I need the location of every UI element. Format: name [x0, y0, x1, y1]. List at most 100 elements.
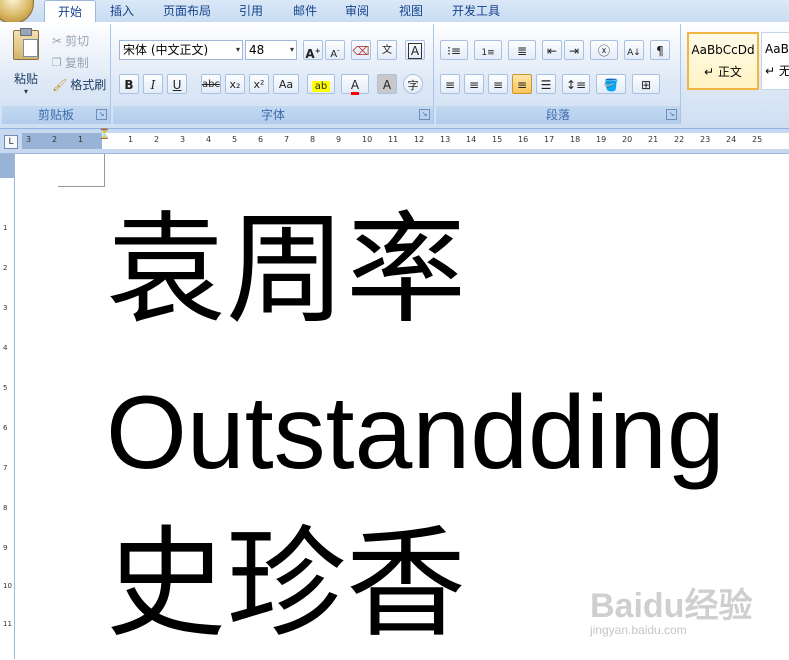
- document-line-3[interactable]: 史珍香: [106, 510, 466, 660]
- ruler-tick: 1: [128, 135, 134, 144]
- tab-review[interactable]: 审阅: [334, 0, 380, 22]
- ruler-tick: 13: [440, 135, 451, 144]
- strikethrough-button[interactable]: abc: [201, 74, 221, 94]
- ruler-tick: 3: [180, 135, 186, 144]
- numbering-button[interactable]: 1≡: [474, 40, 502, 60]
- borders-button[interactable]: ⊞: [632, 74, 660, 94]
- multilevel-list-icon: ≣: [516, 44, 528, 58]
- horizontal-ruler-bar: L 3 2 1 ⏳ 1 2 3 4 5 6 7 8 9 10 11 12 13 …: [0, 129, 789, 154]
- clipboard-group: 粘贴 ▾ ✂ 剪切 ❐ 复制 🖌 格式刷 剪贴板 ↘: [2, 24, 111, 124]
- clipboard-dialog-launcher-icon[interactable]: ↘: [96, 109, 107, 120]
- tab-selector-icon[interactable]: L: [4, 135, 18, 149]
- enclose-character-button[interactable]: 字: [403, 74, 423, 94]
- office-button-icon[interactable]: [0, 0, 34, 24]
- align-center-button[interactable]: ≡: [464, 74, 484, 94]
- subscript-button[interactable]: x₂: [225, 74, 245, 94]
- vruler-tick: 9: [3, 544, 8, 552]
- highlight-button[interactable]: ab: [307, 74, 335, 94]
- decrease-indent-button[interactable]: ⇤: [542, 40, 562, 60]
- format-painter-button[interactable]: 🖌 格式刷: [52, 76, 106, 93]
- document-line-2[interactable]: Outstandding: [106, 378, 725, 488]
- style-normal[interactable]: AaBbCcDd ↵ 正文: [687, 32, 759, 90]
- change-case-button[interactable]: Aa: [273, 74, 299, 94]
- bullets-button[interactable]: ⁝≡: [440, 40, 468, 60]
- phonetic-guide-button[interactable]: 文: [377, 40, 397, 60]
- font-dialog-launcher-icon[interactable]: ↘: [419, 109, 430, 120]
- sort-button[interactable]: A↓: [624, 40, 644, 60]
- ruler-tick: 19: [596, 135, 607, 144]
- vruler-tick: 8: [3, 504, 8, 512]
- tab-insert[interactable]: 插入: [100, 0, 144, 22]
- align-center-icon: ≡: [468, 78, 480, 92]
- font-name-select[interactable]: 宋体 (中文正文) ▾: [119, 40, 243, 60]
- font-size-select[interactable]: 48 ▾: [245, 40, 297, 60]
- copy-button[interactable]: ❐ 复制: [52, 54, 89, 71]
- horizontal-ruler[interactable]: 3 2 1 ⏳ 1 2 3 4 5 6 7 8 9 10 11 12 13 14…: [22, 129, 789, 149]
- copy-icon: ❐: [52, 56, 62, 69]
- shading-button[interactable]: 🪣: [596, 74, 626, 94]
- superscript-button[interactable]: x²: [249, 74, 269, 94]
- character-border-button[interactable]: A: [405, 40, 425, 60]
- show-marks-button[interactable]: ¶: [650, 40, 670, 60]
- highlighter-icon: ab: [311, 81, 331, 92]
- line-spacing-button[interactable]: ↕≡: [562, 74, 590, 94]
- ruler-tick: 24: [726, 135, 737, 144]
- character-border-icon: A: [407, 43, 423, 59]
- align-right-button[interactable]: ≡: [488, 74, 508, 94]
- paste-button[interactable]: 粘贴 ▾: [8, 28, 44, 100]
- ruler-left-margin: [22, 133, 102, 149]
- justify-button[interactable]: ≡: [512, 74, 532, 94]
- tab-mailings[interactable]: 邮件: [282, 0, 328, 22]
- tab-view[interactable]: 视图: [388, 0, 434, 22]
- paragraph-dialog-launcher-icon[interactable]: ↘: [666, 109, 677, 120]
- ruler-tick: 2: [52, 135, 58, 144]
- distributed-button[interactable]: ☰: [536, 74, 556, 94]
- numbered-list-icon: 1≡: [481, 48, 495, 58]
- ruler-tick: 11: [388, 135, 399, 144]
- tab-developer[interactable]: 开发工具: [442, 0, 510, 22]
- clear-format-button[interactable]: ⌫: [351, 40, 371, 60]
- style-no-spacing[interactable]: AaB ↵ 无: [761, 32, 789, 90]
- styles-group: AaBbCcDd ↵ 正文 AaB ↵ 无: [683, 24, 789, 124]
- multilevel-list-button[interactable]: ≣: [508, 40, 536, 60]
- indent-marker-icon[interactable]: ⏳: [98, 129, 110, 140]
- vruler-tick: 7: [3, 464, 8, 472]
- grow-font-button[interactable]: A+: [303, 40, 323, 61]
- font-color-button[interactable]: A: [341, 74, 369, 95]
- justify-icon: ≡: [516, 78, 528, 92]
- vruler-tick: 6: [3, 424, 8, 432]
- document-line-1[interactable]: 袁周率: [106, 196, 466, 346]
- ruler-tick: 23: [700, 135, 711, 144]
- style-no-spacing-sample: AaB: [765, 42, 789, 56]
- italic-button[interactable]: I: [143, 74, 163, 94]
- ruler-tick: 18: [570, 135, 581, 144]
- font-group: 宋体 (中文正文) ▾ 48 ▾ A+ A- ⌫ 文 A B I U abc x…: [113, 24, 434, 124]
- increase-indent-icon: ⇥: [568, 44, 580, 58]
- tab-home[interactable]: 开始: [44, 0, 96, 24]
- chinese-layout-button[interactable]: ⓧ: [590, 40, 618, 60]
- ruler-tick: 4: [206, 135, 212, 144]
- align-right-icon: ≡: [492, 78, 504, 92]
- cut-button[interactable]: ✂ 剪切: [52, 32, 89, 49]
- vertical-ruler[interactable]: 1 2 3 4 5 6 7 8 9 10 11: [0, 154, 15, 659]
- paste-dropdown-arrow-icon[interactable]: ▾: [8, 87, 44, 96]
- clipboard-paste-icon: [13, 28, 39, 60]
- shrink-font-button[interactable]: A-: [325, 40, 345, 60]
- ruler-tick: 3: [26, 135, 32, 144]
- character-shading-button[interactable]: A: [377, 74, 397, 94]
- tab-page-layout[interactable]: 页面布局: [150, 0, 224, 22]
- underline-button[interactable]: U: [167, 74, 187, 94]
- vruler-tick: 10: [3, 582, 12, 590]
- ruler-tick: 16: [518, 135, 529, 144]
- ruler-tick: 25: [752, 135, 763, 144]
- align-left-icon: ≡: [444, 78, 456, 92]
- bold-button[interactable]: B: [119, 74, 139, 94]
- align-left-button[interactable]: ≡: [440, 74, 460, 94]
- font-name-dropdown-icon: ▾: [235, 45, 240, 54]
- increase-indent-button[interactable]: ⇥: [564, 40, 584, 60]
- cut-label: 剪切: [65, 34, 90, 48]
- tab-references[interactable]: 引用: [228, 0, 274, 22]
- ruler-tick: 22: [674, 135, 685, 144]
- style-normal-label: ↵ 正文: [704, 65, 742, 79]
- bullet-list-icon: ⁝≡: [447, 44, 461, 58]
